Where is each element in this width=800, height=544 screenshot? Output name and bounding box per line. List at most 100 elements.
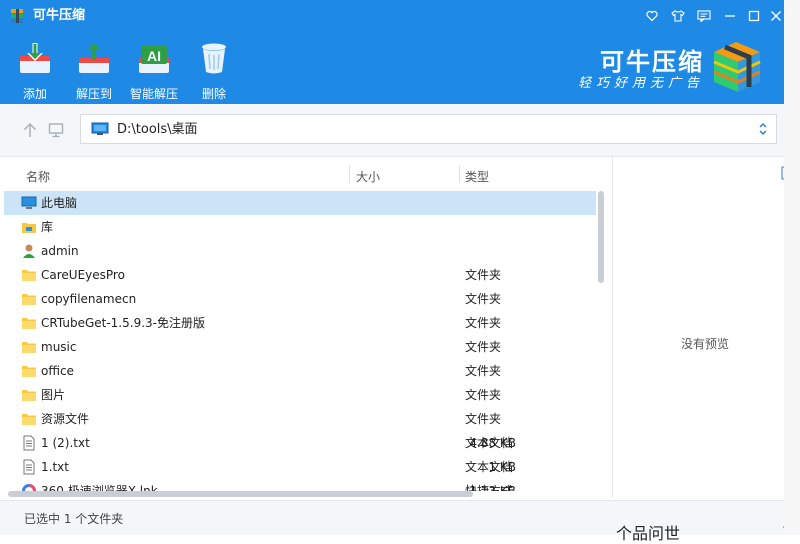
path-dropdown-icon[interactable] (758, 121, 768, 137)
file-row-folder[interactable]: copyfilenamecn 文件夹 (4, 287, 596, 311)
feedback-button[interactable] (694, 6, 714, 26)
close-icon (771, 11, 781, 21)
close-button[interactable] (766, 6, 786, 26)
file-name: admin (41, 244, 79, 258)
brand-banner: 可牛压缩 轻巧好用无广告 (572, 38, 772, 98)
computer-icon (21, 196, 37, 209)
extract-to-button[interactable]: 解压到 (66, 40, 122, 101)
minimize-icon (725, 15, 735, 17)
desktop-background (784, 0, 800, 534)
file-row-folder[interactable]: CareUEyesPro 文件夹 (4, 263, 596, 287)
file-row-folder[interactable]: 资源文件 文件夹 (4, 407, 596, 431)
address-path: D:\tools\桌面 (117, 122, 198, 137)
column-name[interactable]: 名称 (26, 168, 50, 185)
no-preview-text: 没有预览 (680, 337, 729, 351)
file-row-library[interactable]: 库 (4, 215, 596, 239)
file-type: 文本文档 (465, 460, 514, 474)
smart-extract-icon: AI (139, 46, 169, 73)
file-name: 1.txt (41, 460, 69, 474)
add-label: 添加 (22, 87, 47, 101)
column-header: 名称 大小 类型 (4, 157, 608, 193)
column-separator[interactable] (349, 165, 350, 183)
file-row-this-pc[interactable]: 此电脑 (4, 191, 596, 215)
preview-pane: 没有预览 (612, 157, 797, 498)
svg-text:AI: AI (147, 48, 161, 64)
file-name: 图片 (41, 388, 66, 402)
address-field[interactable]: D:\tools\桌面 (80, 114, 777, 144)
file-type: 文件夹 (465, 316, 502, 330)
desktop-icon (91, 122, 109, 135)
vertical-scrollbar[interactable] (598, 191, 604, 491)
message-icon (697, 10, 711, 22)
delete-button[interactable]: 删除 (186, 40, 242, 101)
smart-extract-button[interactable]: AI 智能解压 (126, 40, 182, 101)
column-type[interactable]: 类型 (465, 168, 489, 185)
horizontal-scrollbar[interactable] (8, 491, 600, 497)
desktop-fragment-text: 个品问世 (616, 524, 681, 543)
user-icon (23, 244, 35, 258)
file-type: 文件夹 (465, 412, 502, 426)
vertical-scroll-thumb[interactable] (598, 191, 604, 283)
file-row-folder[interactable]: music 文件夹 (4, 335, 596, 359)
file-type: 文件夹 (465, 388, 502, 402)
text-file-icon (23, 459, 35, 475)
file-row-folder[interactable]: CRTubeGet-1.5.9.3-免注册版 文件夹 (4, 311, 596, 335)
computer-nav-icon[interactable] (48, 122, 64, 138)
maximize-icon (748, 10, 760, 22)
address-area: D:\tools\桌面 (0, 104, 784, 157)
file-rows: 此电脑 库 admin CareUEyesPro 文件夹 copyfilenam… (4, 191, 596, 491)
maximize-button[interactable] (744, 6, 764, 26)
folder-icon (22, 318, 36, 329)
file-name: office (41, 364, 74, 378)
folder-icon (22, 270, 36, 281)
text-file-icon (23, 435, 35, 451)
file-type: 文件夹 (465, 268, 502, 282)
file-row-text[interactable]: 1.txt 1 KB 文本文档 (4, 455, 596, 479)
trash-icon (202, 43, 226, 74)
minimize-button[interactable] (720, 6, 740, 26)
file-name: 库 (41, 220, 54, 234)
skin-button[interactable] (668, 6, 688, 26)
file-name: 1 (2).txt (41, 436, 90, 450)
heart-icon (646, 10, 658, 22)
column-separator[interactable] (459, 165, 460, 183)
folder-icon (22, 390, 36, 401)
library-icon (22, 223, 36, 233)
title-bar: 可牛压缩 (0, 0, 784, 32)
column-size[interactable]: 大小 (356, 168, 380, 185)
file-row-shortcut[interactable]: 360 极速浏览器X.lnk 1.13 KB 快捷方式 (4, 479, 596, 491)
file-type: 文件夹 (465, 340, 502, 354)
folder-icon (22, 342, 36, 353)
folder-icon (22, 294, 36, 305)
add-button[interactable]: 添加 (7, 40, 63, 101)
file-name: CareUEyesPro (41, 268, 125, 282)
header-bar: 可牛压缩 添加 解压到 AI 智能解压 删除 可牛压缩 轻巧好用无广告 (0, 0, 784, 104)
file-name: 资源文件 (41, 412, 90, 426)
file-name: copyfilenamecn (41, 292, 137, 306)
file-row-folder[interactable]: office 文件夹 (4, 359, 596, 383)
file-row-text[interactable]: 1 (2).txt 4.88 KB 文本文档 (4, 431, 596, 455)
add-archive-icon (20, 43, 50, 73)
file-type: 文件夹 (465, 364, 502, 378)
brand-slogan: 轻巧好用无广告 (578, 76, 705, 91)
extract-to-label: 解压到 (75, 87, 112, 101)
file-name: music (41, 340, 77, 354)
delete-label: 删除 (201, 87, 226, 101)
file-row-folder[interactable]: 图片 文件夹 (4, 383, 596, 407)
file-row-admin[interactable]: admin (4, 239, 596, 263)
file-type: 文件夹 (465, 292, 502, 306)
tshirt-icon (671, 10, 685, 22)
app-logo-icon (11, 9, 23, 23)
folder-icon (22, 366, 36, 377)
file-name: CRTubeGet-1.5.9.3-免注册版 (41, 316, 205, 330)
horizontal-scroll-thumb[interactable] (8, 491, 473, 497)
folder-icon (22, 414, 36, 425)
file-type: 文本文档 (465, 436, 514, 450)
up-arrow-icon[interactable] (22, 122, 38, 138)
archive-box-logo-icon (713, 42, 761, 92)
file-name: 此电脑 (41, 196, 78, 210)
file-name: 360 极速浏览器X.lnk (41, 484, 158, 491)
extract-to-icon (79, 43, 109, 73)
status-text: 已选中 1 个文件夹 (24, 512, 124, 526)
favorite-button[interactable] (642, 6, 662, 26)
